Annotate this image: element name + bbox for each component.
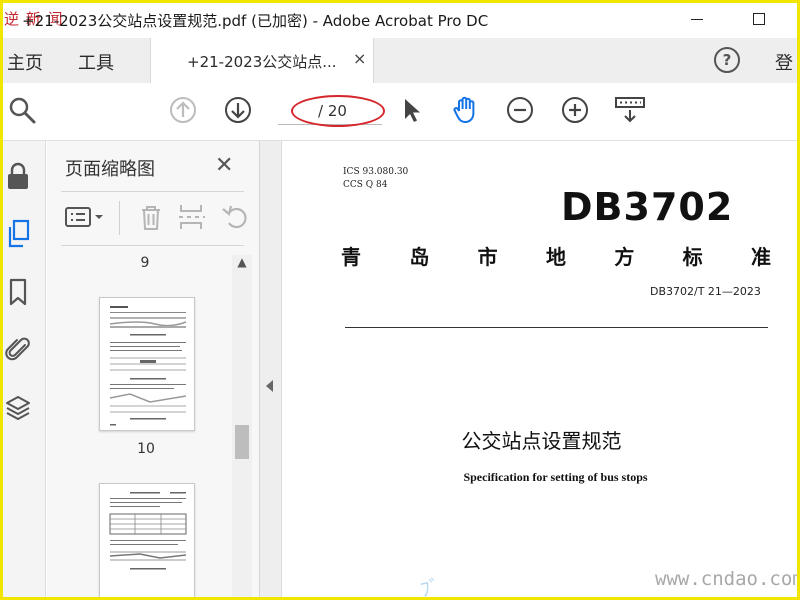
- layers-icon[interactable]: [5, 393, 31, 423]
- horizontal-rule: [345, 327, 768, 328]
- help-icon[interactable]: ?: [714, 47, 740, 73]
- standard-region-heading: 青 岛 市 地 方 标 准: [341, 241, 771, 270]
- extract-page-icon[interactable]: [175, 201, 209, 233]
- window-title: +21-2023公交站点设置规范.pdf (已加密) - Adobe Acrob…: [22, 12, 489, 30]
- region-char: 岛: [409, 245, 430, 269]
- bookmark-icon[interactable]: [5, 277, 31, 307]
- scroll-up-arrow[interactable]: ▲: [232, 255, 252, 273]
- region-char: 准: [750, 245, 771, 269]
- document-page: ICS 93.080.30 CCS Q 84 DB3702 青 岛 市 地 方 …: [283, 141, 800, 600]
- maximize-icon: [753, 13, 765, 25]
- region-char: 青: [341, 245, 361, 269]
- title-bar: 逆 新 闻 +21-2023公交站点设置规范.pdf (已加密) - Adobe…: [0, 0, 800, 38]
- thumbnail-content: [109, 492, 187, 570]
- lock-icon[interactable]: [5, 161, 31, 191]
- thumbnail-options-icon[interactable]: [63, 201, 109, 233]
- panel-divider: [61, 245, 244, 246]
- select-pointer-icon[interactable]: [397, 95, 427, 125]
- sign-in-link[interactable]: 登: [775, 49, 793, 75]
- thumbnail-label: 9: [140, 255, 150, 271]
- left-rail: [0, 141, 46, 600]
- watermark-text: www.cndao.com: [655, 568, 800, 590]
- document-title-cn: 公交站点设置规范: [461, 429, 622, 453]
- zoom-out-icon[interactable]: [505, 95, 535, 125]
- scrollbar-thumb[interactable]: [235, 425, 249, 459]
- maximize-button[interactable]: [748, 8, 770, 30]
- search-icon[interactable]: [7, 95, 37, 125]
- next-page-icon[interactable]: [223, 95, 253, 125]
- delete-page-icon[interactable]: [134, 201, 168, 233]
- region-char: 标: [682, 245, 703, 269]
- panel-collapse-strip[interactable]: [260, 141, 282, 600]
- document-title-en: Specification for setting of bus stops: [463, 470, 648, 484]
- page-thumbnail[interactable]: [99, 483, 195, 600]
- region-char: 地: [545, 245, 566, 269]
- standard-logo: DB3702: [561, 185, 734, 229]
- panel-divider: [61, 191, 244, 192]
- close-tab-icon[interactable]: ×: [353, 49, 366, 68]
- thumbnail-content: [109, 306, 187, 426]
- tab-bar: 主页 工具 +21-2023公交站点... × ? 登: [0, 38, 800, 83]
- standard-number: DB3702/T 21—2023: [650, 285, 761, 298]
- main-toolbar: / 20: [0, 83, 800, 141]
- rotate-page-icon[interactable]: [217, 201, 251, 233]
- page-thumbnail[interactable]: [99, 297, 195, 431]
- tab-home[interactable]: 主页: [7, 49, 43, 75]
- zoom-in-icon[interactable]: [560, 95, 590, 125]
- ccs-code: CCS Q 84: [343, 180, 388, 190]
- thumbnail-label: 10: [137, 441, 155, 457]
- minimize-icon: [691, 18, 703, 20]
- keyboard-tool-icon[interactable]: [614, 95, 646, 125]
- page-number-box: / 20: [278, 97, 382, 125]
- tab-document[interactable]: +21-2023公交站点... ×: [150, 38, 374, 83]
- thumbnails-panel: 页面缩略图 ✕ 9 10 ▲: [47, 141, 260, 600]
- attachment-icon[interactable]: [5, 335, 31, 365]
- document-tab-label: +21-2023公交站点...: [187, 53, 337, 71]
- region-char: 方: [614, 245, 635, 269]
- toolbar-separator: [119, 201, 120, 235]
- page-total: / 20: [318, 102, 347, 120]
- region-char: 市: [477, 245, 498, 269]
- ics-code: ICS 93.080.30: [343, 167, 409, 177]
- page-thumbnails-icon[interactable]: [5, 219, 31, 249]
- collapse-panel-icon[interactable]: [266, 380, 273, 392]
- panel-title: 页面缩略图: [65, 159, 155, 180]
- hand-tool-icon[interactable]: [450, 95, 480, 125]
- minimize-button[interactable]: [686, 8, 708, 30]
- prev-page-icon[interactable]: [168, 95, 198, 125]
- panel-close-icon[interactable]: ✕: [215, 153, 233, 178]
- tab-tools[interactable]: 工具: [78, 49, 114, 75]
